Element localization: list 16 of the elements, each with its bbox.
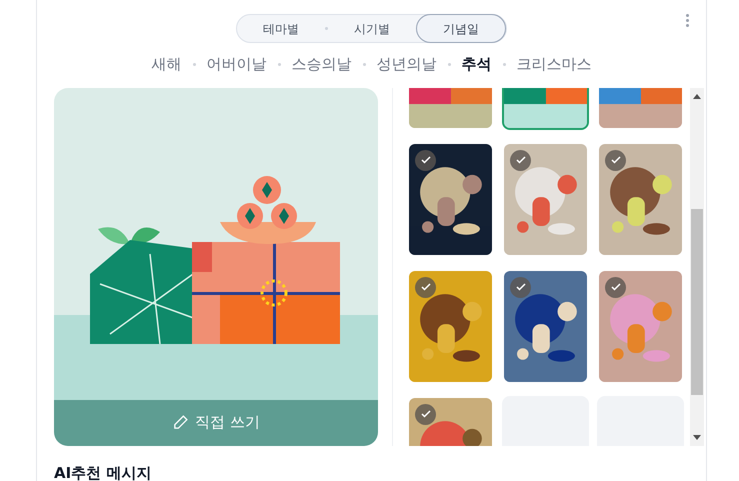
section-title: AI추천 메시지 xyxy=(54,462,152,481)
occasion-tab[interactable]: 스승의날 xyxy=(292,53,352,76)
occasion-tab[interactable]: 추석 xyxy=(462,53,492,76)
occasion-tab[interactable]: 성년의날 xyxy=(376,53,436,76)
dots-menu-icon[interactable] xyxy=(686,14,689,27)
segment-tab[interactable]: 테마별 xyxy=(237,14,325,43)
scrollbar[interactable] xyxy=(690,88,704,446)
pencil-icon xyxy=(172,414,190,431)
segment-tab[interactable]: 기념일 xyxy=(416,14,506,43)
occasion-tab[interactable]: 크리스마스 xyxy=(516,53,592,76)
occasion-tab[interactable]: 새해 xyxy=(152,53,182,76)
write-directly-button[interactable]: 직접 쓰기 xyxy=(54,400,378,446)
occasion-tab[interactable]: 어버이날 xyxy=(206,53,266,76)
segment-tab[interactable]: 시기별 xyxy=(328,14,416,43)
scroll-up-icon[interactable] xyxy=(693,94,701,98)
scroll-down-icon[interactable] xyxy=(693,434,701,440)
